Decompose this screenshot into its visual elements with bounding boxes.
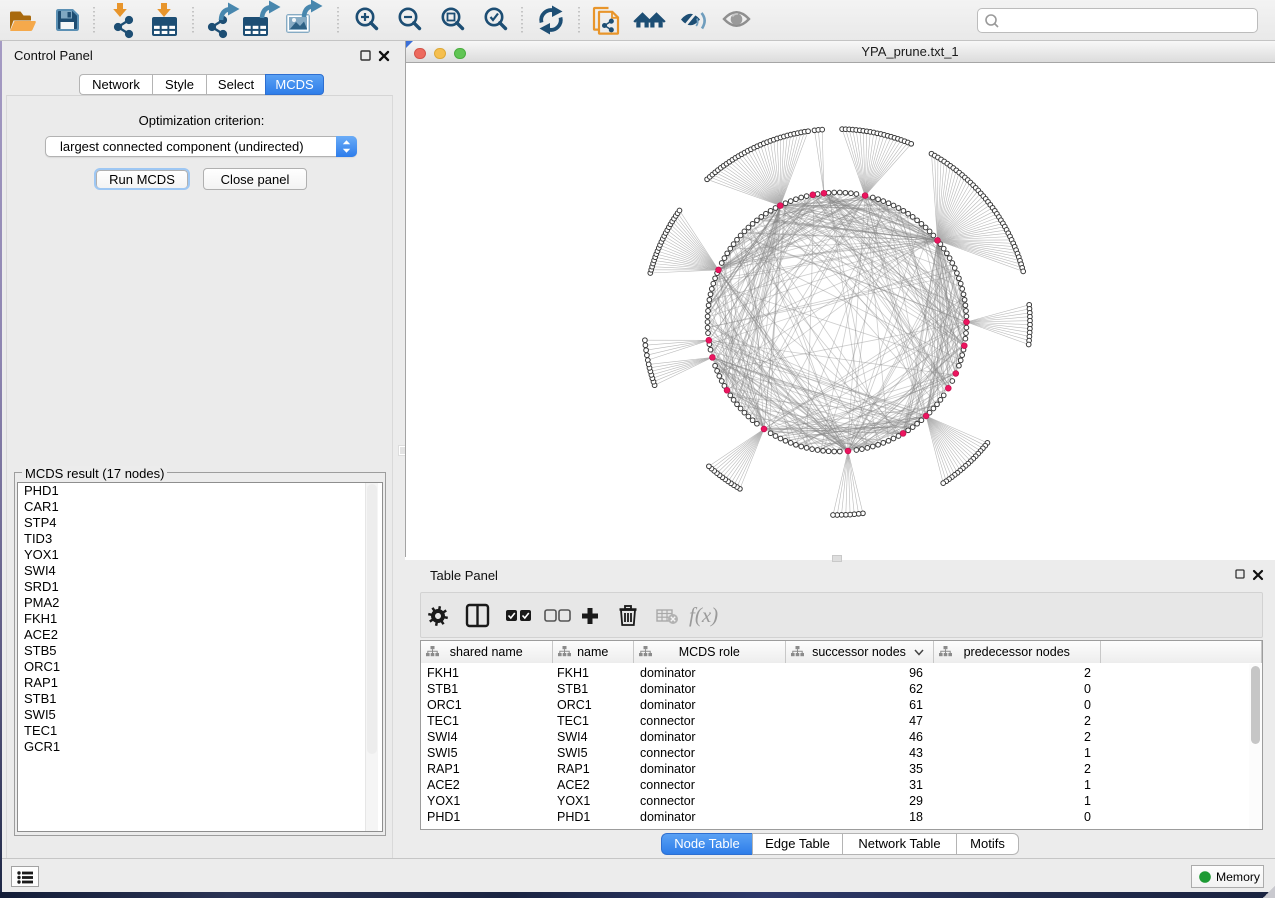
svg-text:Memory: Memory [1216, 870, 1261, 884]
svg-text:f(x): f(x) [689, 603, 718, 627]
